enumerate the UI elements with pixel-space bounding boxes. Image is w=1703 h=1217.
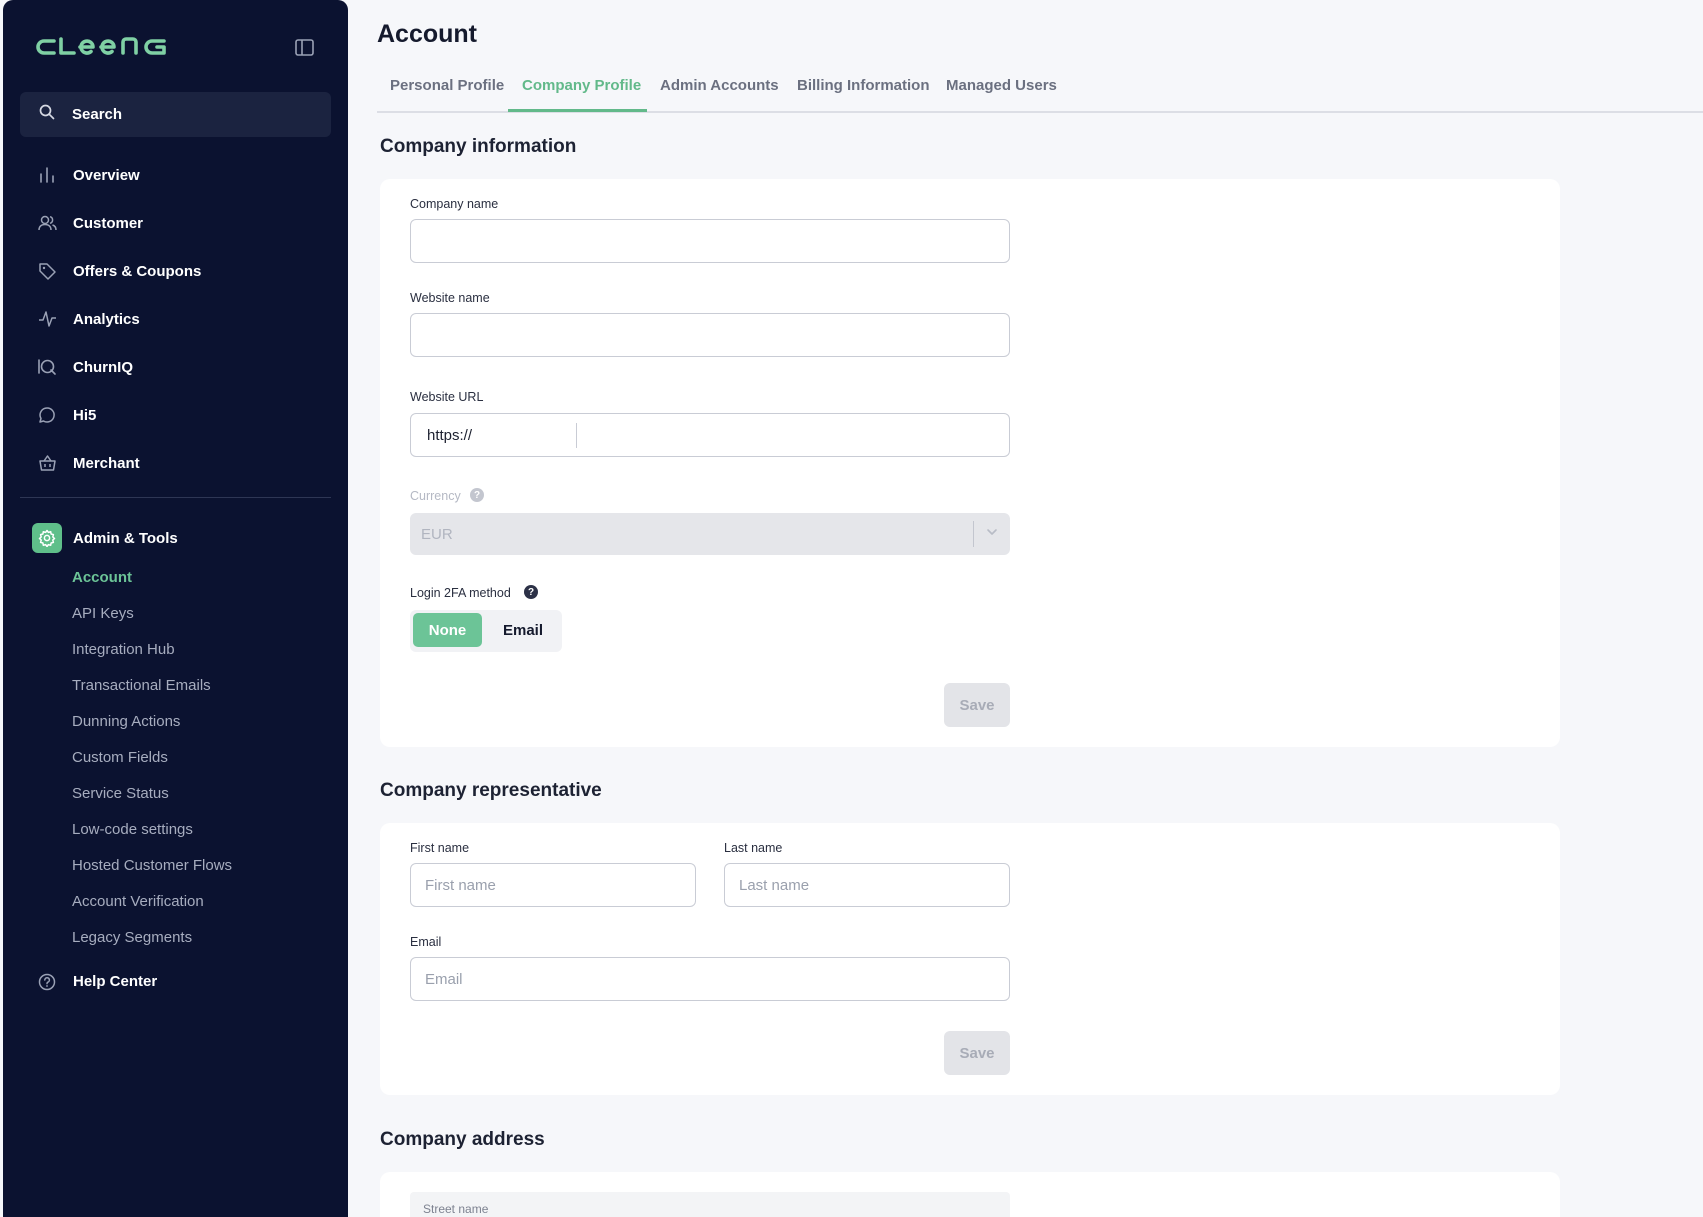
login-2fa-option-none[interactable]: None: [413, 613, 482, 647]
search-label: Search: [72, 106, 123, 123]
sidebar-item-churniq[interactable]: ChurnIQ: [3, 347, 348, 387]
help-circle-icon: [37, 972, 57, 992]
website-name-label: Website name: [410, 291, 490, 305]
company-address-card: Street name: [380, 1172, 1560, 1217]
sidebar: Search Overview Customer Offers & Coupon…: [3, 0, 348, 1217]
section-title-company-representative: Company representative: [380, 780, 602, 801]
sidebar-subitem-hosted-customer-flows[interactable]: Hosted Customer Flows: [72, 850, 232, 880]
sidebar-subitem-transactional-emails[interactable]: Transactional Emails: [72, 670, 211, 700]
street-name-label: Street name: [423, 1202, 489, 1216]
tab-company-profile[interactable]: Company Profile: [522, 70, 641, 113]
search-button[interactable]: Search: [20, 92, 331, 137]
sidebar-subitem-integration-hub[interactable]: Integration Hub: [72, 634, 175, 664]
sidebar-item-merchant[interactable]: Merchant: [3, 443, 348, 483]
sidebar-item-label: Admin & Tools: [73, 529, 178, 547]
currency-select-separator: [973, 521, 974, 547]
currency-value: EUR: [421, 525, 453, 543]
sidebar-item-customer[interactable]: Customer: [3, 203, 348, 243]
first-name-label: First name: [410, 841, 470, 855]
sidebar-subitem-legacy-segments[interactable]: Legacy Segments: [72, 922, 192, 952]
sidebar-item-label: Overview: [73, 166, 140, 184]
sidebar-divider: [20, 497, 331, 498]
account-tabs: Personal Profile Company Profile Admin A…: [377, 70, 1703, 113]
website-name-input[interactable]: [410, 313, 1010, 357]
gear-icon: [32, 523, 62, 553]
sidebar-item-admin-tools[interactable]: Admin & Tools: [3, 518, 348, 558]
login-2fa-toggle: None Email: [410, 610, 562, 652]
login-2fa-option-email[interactable]: Email: [488, 613, 558, 647]
sidebar-item-hi5[interactable]: Hi5: [3, 395, 348, 435]
login-2fa-label: Login 2FA method: [410, 586, 511, 600]
basket-icon: [37, 453, 57, 473]
company-name-label: Company name: [410, 197, 499, 211]
search-icon: [39, 104, 55, 125]
company-name-input[interactable]: [410, 219, 1010, 263]
tab-personal-profile[interactable]: Personal Profile: [390, 70, 504, 113]
login-2fa-help-icon[interactable]: ?: [524, 585, 538, 599]
app: Search Overview Customer Offers & Coupon…: [0, 0, 1703, 1217]
collapse-sidebar-icon[interactable]: [293, 36, 315, 58]
brand-logo-image: [36, 37, 166, 55]
sidebar-item-label: Offers & Coupons: [73, 262, 202, 280]
last-name-input[interactable]: Last name: [724, 863, 1010, 907]
sidebar-item-label: Customer: [73, 214, 144, 232]
sidebar-subitem-service-status[interactable]: Service Status: [72, 778, 169, 808]
sidebar-item-label: Analytics: [73, 310, 140, 328]
brand-logo[interactable]: [36, 30, 174, 64]
last-name-label: Last name: [724, 841, 783, 855]
website-url-label: Website URL: [410, 390, 484, 404]
sidebar-item-label: Help Center: [73, 973, 158, 990]
section-title-company-address: Company address: [380, 1129, 545, 1150]
sidebar-subitem-account[interactable]: Account: [72, 562, 132, 592]
sidebar-subitem-custom-fields[interactable]: Custom Fields: [72, 742, 168, 772]
sidebar-item-label: Merchant: [73, 454, 140, 472]
sidebar-item-analytics[interactable]: Analytics: [3, 299, 348, 339]
website-url-separator: [576, 423, 577, 448]
sidebar-subitem-low-code-settings[interactable]: Low-code settings: [72, 814, 193, 844]
sidebar-item-help-center[interactable]: Help Center: [3, 962, 348, 1002]
tab-billing-information[interactable]: Billing Information: [797, 70, 930, 113]
website-url-prefix: https://: [427, 427, 473, 444]
website-url-input[interactable]: https://: [410, 413, 1010, 457]
first-name-input[interactable]: First name: [410, 863, 696, 907]
churniq-icon: [37, 357, 57, 377]
company-rep-save-button[interactable]: Save: [944, 1031, 1010, 1075]
sidebar-subitem-dunning-actions[interactable]: Dunning Actions: [72, 706, 180, 736]
company-information-card: Company name Website name Website URL ht…: [380, 179, 1560, 747]
page-title: Account: [377, 20, 477, 48]
sidebar-item-label: ChurnIQ: [73, 358, 133, 376]
chat-bubble-icon: [37, 405, 57, 425]
users-icon: [37, 213, 57, 233]
tab-managed-users[interactable]: Managed Users: [946, 70, 1057, 113]
email-input[interactable]: Email: [410, 957, 1010, 1001]
currency-help-icon[interactable]: ?: [470, 488, 484, 502]
street-name-field[interactable]: Street name: [410, 1192, 1010, 1217]
company-info-save-button[interactable]: Save: [944, 683, 1010, 727]
activity-icon: [37, 309, 57, 329]
bar-chart-icon: [37, 165, 57, 185]
company-representative-card: First name First name Last name Last nam…: [380, 823, 1560, 1095]
currency-label: Currency: [410, 489, 461, 503]
section-title-company-information: Company information: [380, 136, 577, 157]
sidebar-subitem-api-keys[interactable]: API Keys: [72, 598, 134, 628]
tag-icon: [37, 261, 57, 281]
currency-select: EUR: [410, 513, 1010, 555]
sidebar-item-offers-coupons[interactable]: Offers & Coupons: [3, 251, 348, 291]
sidebar-item-label: Hi5: [73, 406, 97, 424]
active-tab-indicator: [508, 109, 647, 112]
email-label: Email: [410, 935, 442, 949]
sidebar-item-overview[interactable]: Overview: [3, 155, 348, 195]
chevron-down-icon: [985, 525, 999, 543]
tab-admin-accounts[interactable]: Admin Accounts: [660, 70, 779, 113]
sidebar-subitem-account-verification[interactable]: Account Verification: [72, 886, 204, 916]
